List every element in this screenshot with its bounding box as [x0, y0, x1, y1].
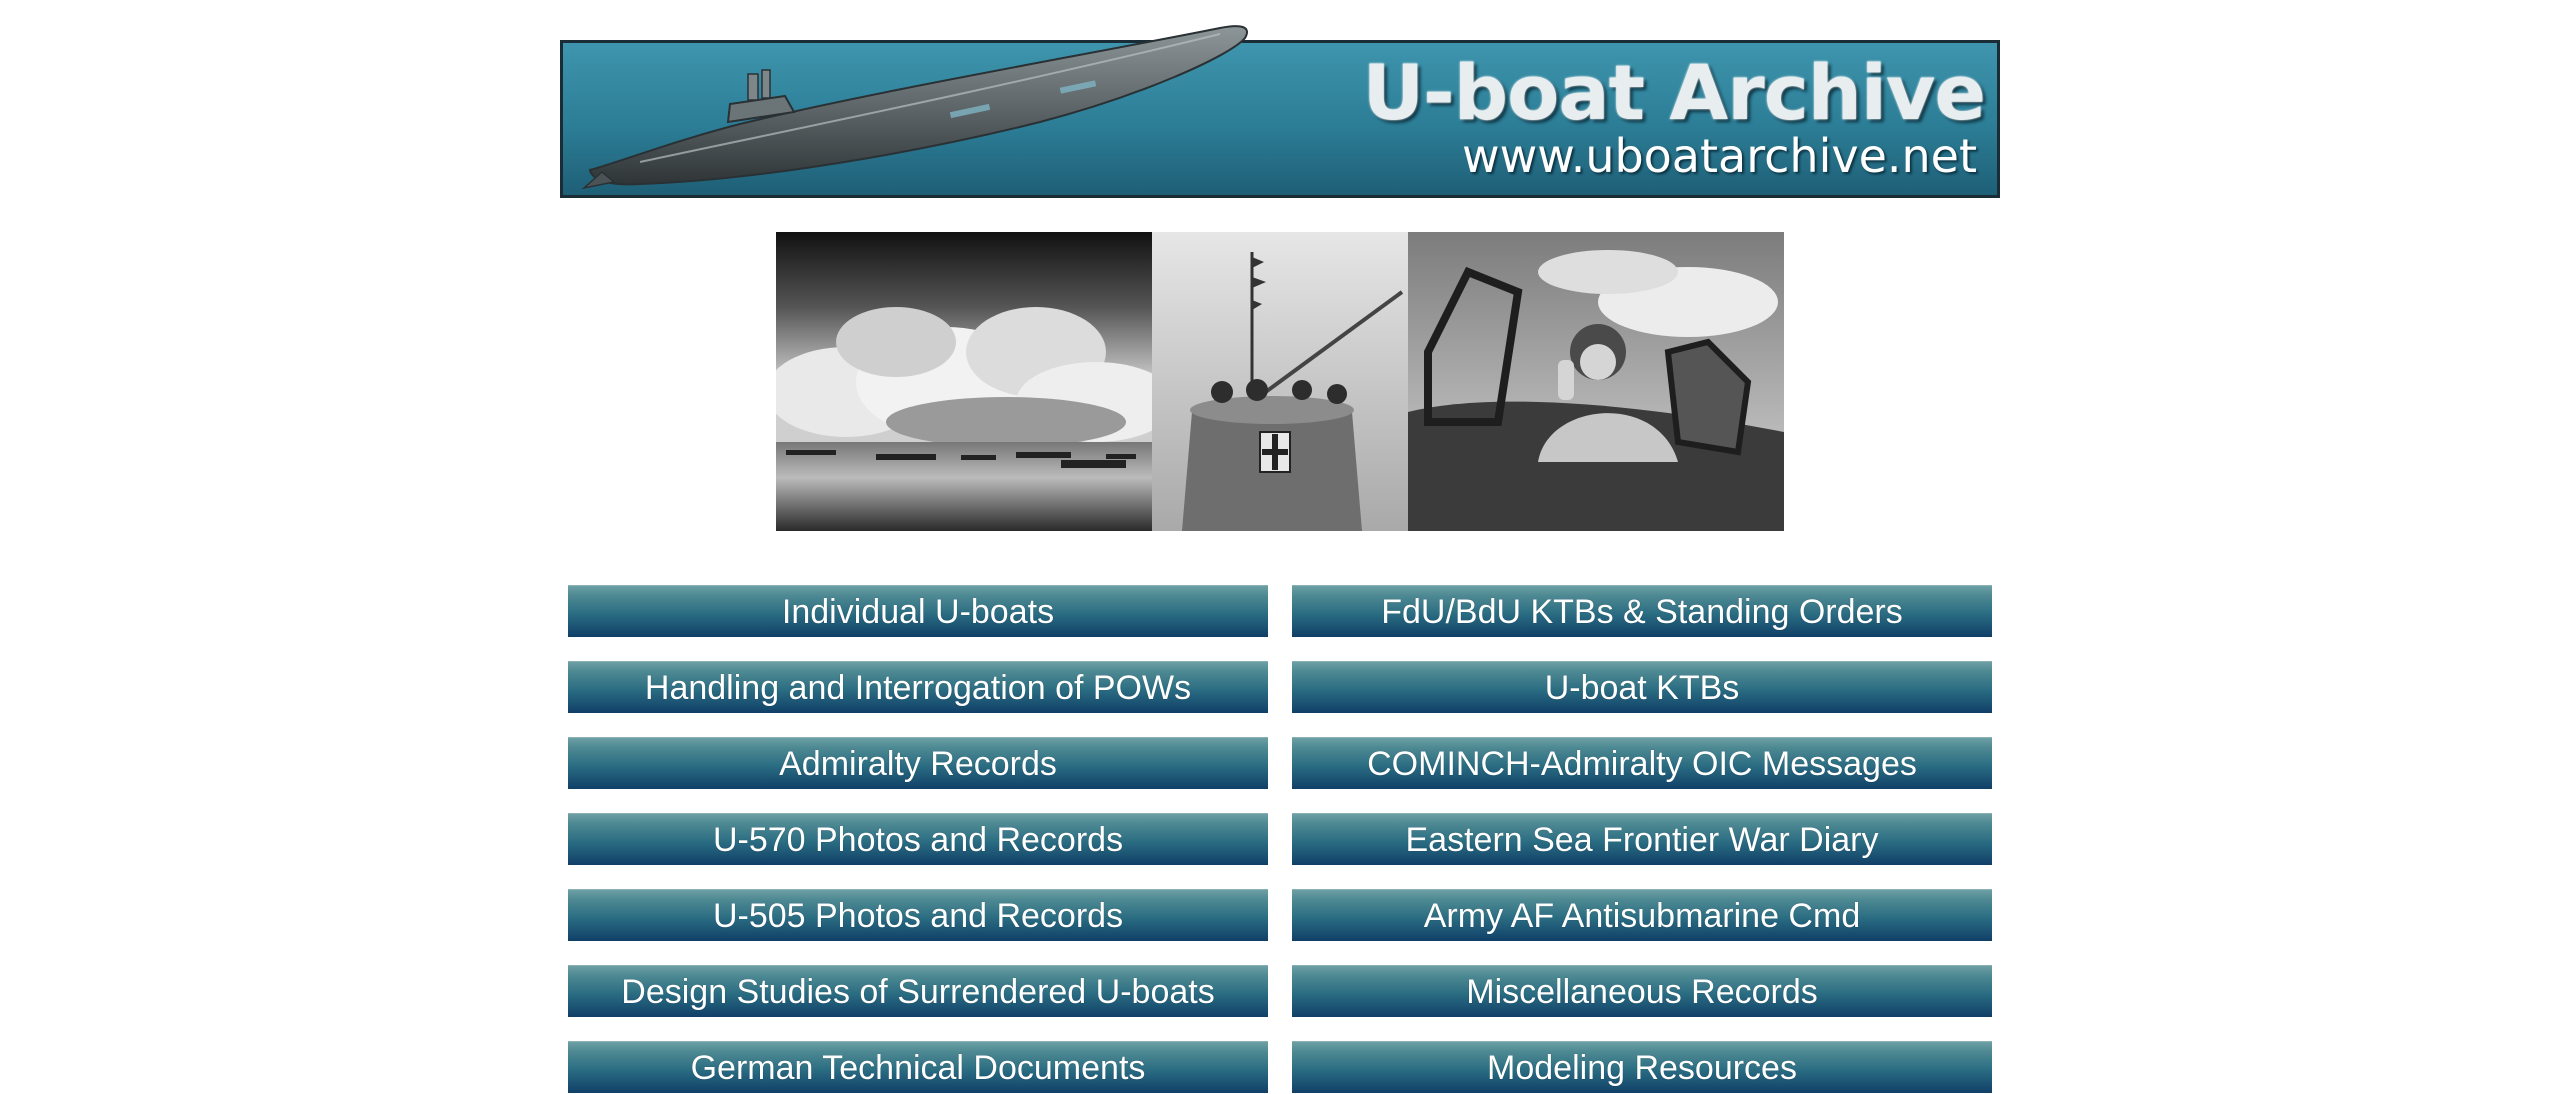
nav-button-cominch-admiralty[interactable]: COMINCH-Admiralty OIC Messages — [1292, 737, 1992, 789]
uboat-conning-tower-photo-icon — [1152, 232, 1408, 531]
conning-tower-photo — [1152, 232, 1408, 531]
nav-button-admiralty-records[interactable]: Admiralty Records — [568, 737, 1268, 789]
nav-button-eastern-sea-frontier[interactable]: Eastern Sea Frontier War Diary — [1292, 813, 1992, 865]
nav-button-modeling-resources[interactable]: Modeling Resources — [1292, 1041, 1992, 1093]
convoy-photo — [776, 232, 1152, 531]
nav-button-german-tech-docs[interactable]: German Technical Documents — [568, 1041, 1268, 1093]
nav-button-fdu-bdu-ktbs[interactable]: FdU/BdU KTBs & Standing Orders — [1292, 585, 1992, 637]
nav-button-u570-records[interactable]: U-570 Photos and Records — [568, 813, 1268, 865]
banner-title: U-boat Archive — [1362, 48, 1986, 137]
nav-button-pow-interrogation[interactable]: Handling and Interrogation of POWs — [568, 661, 1268, 713]
nav-button-u505-records[interactable]: U-505 Photos and Records — [568, 889, 1268, 941]
pilot-photo — [1408, 232, 1784, 531]
banner-url: www.uboatarchive.net — [1462, 129, 1977, 183]
nav-button-uboat-ktbs[interactable]: U-boat KTBs — [1292, 661, 1992, 713]
nav-button-army-af-antisub[interactable]: Army AF Antisubmarine Cmd — [1292, 889, 1992, 941]
convoy-at-sea-photo-icon — [776, 232, 1152, 531]
nav-button-individual-uboats[interactable]: Individual U-boats — [568, 585, 1268, 637]
nav-button-misc-records[interactable]: Miscellaneous Records — [1292, 965, 1992, 1017]
photo-strip — [776, 232, 1784, 531]
submarine-icon — [581, 25, 1248, 190]
pilot-in-cockpit-photo-icon — [1408, 232, 1784, 531]
nav-button-design-studies[interactable]: Design Studies of Surrendered U-boats — [568, 965, 1268, 1017]
